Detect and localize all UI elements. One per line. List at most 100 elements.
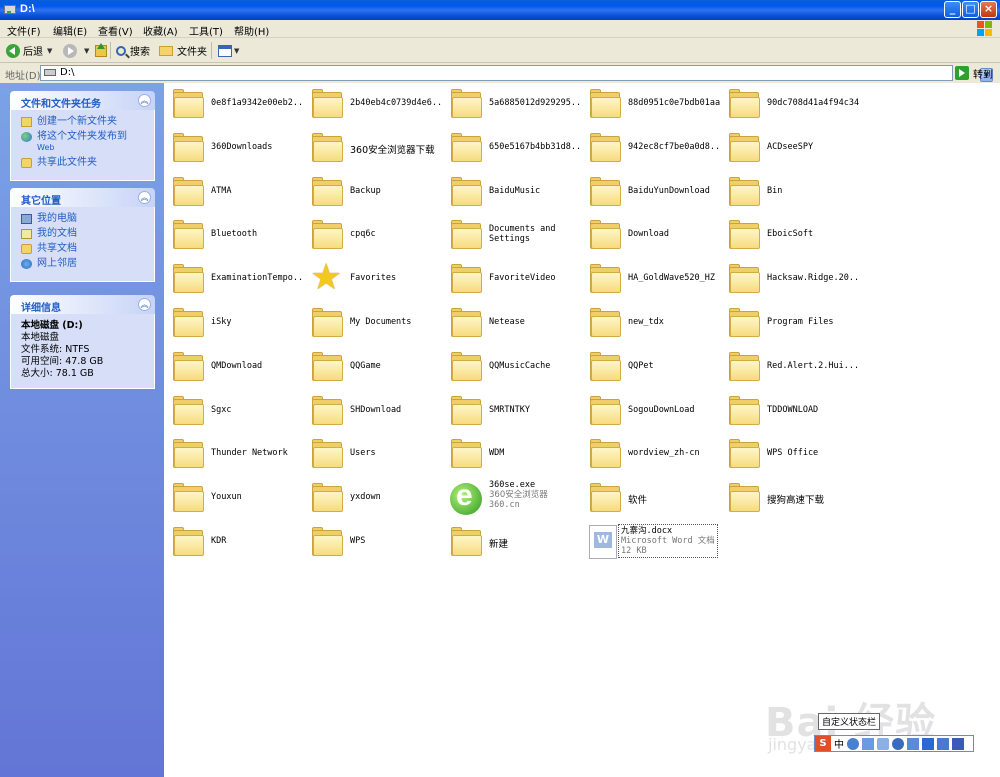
task-publish-web[interactable]: 将这个文件夹发布到 Web [21, 131, 148, 153]
place-shared-documents[interactable]: 共享文档 [21, 243, 148, 254]
folder-item[interactable]: SMRTNTKY [444, 390, 579, 430]
folder-item[interactable]: 5a6885012d929295... [444, 83, 581, 123]
go-button[interactable]: 转到 [955, 65, 993, 81]
folder-item[interactable]: ACDseeSPY [722, 127, 857, 167]
folder-item[interactable]: WPS Office [722, 433, 857, 473]
file-list[interactable]: 0e8f1a9342e00eb2... 2b40eb4c0739d4e6... 5a… [164, 83, 1000, 777]
folder-item[interactable]: 360安全浏览器下载 [305, 127, 440, 167]
skin-icon[interactable] [922, 737, 934, 750]
wrench-icon[interactable] [952, 737, 964, 750]
folder-item[interactable]: 搜狗高速下载 [722, 477, 857, 517]
folder-item[interactable]: ★ Favorites [305, 258, 440, 298]
folder-item[interactable]: 0e8f1a9342e00eb2... [166, 83, 303, 123]
folder-item[interactable]: My Documents [305, 302, 440, 342]
collapse-icon[interactable]: ︽ [138, 94, 151, 107]
minimize-button[interactable]: _ [944, 1, 961, 18]
address-input[interactable]: D:\ ▼ [40, 65, 993, 82]
folder-item[interactable]: 90dc708d41a4f94c34 [722, 83, 859, 123]
folder-item[interactable]: 360Downloads [166, 127, 301, 167]
back-dropdown-icon[interactable]: ▼ [47, 47, 52, 55]
folder-item[interactable]: 942ec8cf7be0a0d8... [583, 127, 720, 167]
folder-item[interactable]: 新建 [444, 521, 579, 561]
folder-item[interactable]: BaiduYunDownload [583, 171, 718, 211]
emoji-icon[interactable] [877, 737, 889, 750]
folder-item[interactable]: QQPet [583, 346, 718, 386]
folder-item[interactable]: QMDownload [166, 346, 301, 386]
details-header[interactable]: 详细信息 ︽ [10, 295, 155, 314]
menu-edit[interactable]: 编辑(E) [53, 23, 87, 38]
menu-favorites[interactable]: 收藏(A) [143, 23, 178, 38]
place-my-computer[interactable]: 我的电脑 [21, 213, 148, 224]
folder-item[interactable]: iSky [166, 302, 301, 342]
forward-dropdown-icon[interactable]: ▼ [84, 47, 89, 55]
folder-item[interactable]: EboicSoft [722, 214, 857, 254]
moon-icon[interactable] [847, 737, 859, 750]
folder-item[interactable]: Bin [722, 171, 857, 211]
file-tasks-header[interactable]: 文件和文件夹任务 ︽ [10, 91, 155, 110]
folder-item[interactable]: Youxun [166, 477, 301, 517]
other-places-header[interactable]: 其它位置 ︽ [10, 188, 155, 207]
collapse-icon[interactable]: ︽ [138, 298, 151, 311]
grid-icon[interactable] [937, 737, 949, 750]
forward-button[interactable]: ▼ [63, 41, 89, 60]
folder-item[interactable]: ATMA [166, 171, 301, 211]
folder-item[interactable]: Hacksaw.Ridge.20... [722, 258, 859, 298]
ime-toolbar[interactable]: S 中 [814, 735, 974, 752]
folder-item[interactable]: WDM [444, 433, 579, 473]
mic-icon[interactable] [892, 737, 904, 750]
file-item[interactable]: 九寨沟.docxMicrosoft Word 文档12 KB [583, 521, 718, 561]
folder-item[interactable]: yxdown [305, 477, 440, 517]
folder-item[interactable]: BaiduMusic [444, 171, 579, 211]
folder-item[interactable]: QQMusicCache [444, 346, 579, 386]
back-button[interactable]: 后退 ▼ [6, 41, 52, 60]
folder-item[interactable]: TDDOWNLOAD [722, 390, 857, 430]
folder-item[interactable]: FavoriteVideo [444, 258, 579, 298]
punctuation-icon[interactable] [862, 737, 874, 750]
folder-item[interactable]: SHDownload [305, 390, 440, 430]
folder-item[interactable]: new_tdx [583, 302, 718, 342]
folder-item[interactable]: SogouDownLoad [583, 390, 718, 430]
menu-file[interactable]: 文件(F) [7, 23, 41, 38]
up-folder-button[interactable] [95, 41, 107, 60]
folder-item[interactable]: Users [305, 433, 440, 473]
folder-item[interactable]: Sgxc [166, 390, 301, 430]
folder-item[interactable]: 88d0951c0e7bdb01aa [583, 83, 720, 123]
folder-item[interactable]: Download [583, 214, 718, 254]
ime-mode-label[interactable]: 中 [834, 736, 844, 751]
folder-icon [173, 527, 205, 556]
file-item[interactable]: 360se.exe360安全浏览器360.cn [444, 477, 579, 517]
folder-item[interactable]: Thunder Network [166, 433, 301, 473]
folder-item[interactable]: Documents and Settings [444, 214, 579, 254]
task-share-folder[interactable]: 共享此文件夹 [21, 157, 148, 168]
menu-tools[interactable]: 工具(T) [189, 23, 223, 38]
folder-item[interactable]: Red.Alert.2.Hui.... [722, 346, 859, 386]
keyboard-icon[interactable] [907, 737, 919, 750]
folder-item[interactable]: WPS [305, 521, 440, 561]
maximize-button[interactable]: □ [962, 1, 979, 18]
folders-button[interactable]: 文件夹 [159, 41, 207, 60]
task-new-folder[interactable]: 创建一个新文件夹 [21, 116, 148, 127]
folder-item[interactable]: wordview_zh-cn [583, 433, 718, 473]
folder-item[interactable]: QQGame [305, 346, 440, 386]
search-button[interactable]: 搜索 [116, 41, 150, 60]
folder-item[interactable]: Program Files [722, 302, 857, 342]
folder-item[interactable]: cpq6c [305, 214, 440, 254]
views-button[interactable]: ▼ [218, 41, 239, 60]
folder-item[interactable]: Backup [305, 171, 440, 211]
folder-item[interactable]: 软件 [583, 477, 718, 517]
folder-item[interactable]: 650e5167b4bb31d8... [444, 127, 581, 167]
folder-item[interactable]: HA_GoldWave520_HZ [583, 258, 718, 298]
close-button[interactable]: × [980, 1, 997, 18]
place-my-documents[interactable]: 我的文档 [21, 228, 148, 239]
collapse-icon[interactable]: ︽ [138, 191, 151, 204]
folder-item[interactable]: ExaminationTempo... [166, 258, 303, 298]
place-network[interactable]: 网上邻居 [21, 258, 148, 269]
title-bar[interactable]: D:\ _ □ × [0, 0, 1000, 20]
folder-item[interactable]: Bluetooth [166, 214, 301, 254]
sogou-ime-icon[interactable]: S [815, 736, 831, 751]
folder-item[interactable]: KDR [166, 521, 301, 561]
folder-item[interactable]: 2b40eb4c0739d4e6... [305, 83, 442, 123]
menu-view[interactable]: 查看(V) [98, 23, 133, 38]
menu-help[interactable]: 帮助(H) [234, 23, 269, 38]
folder-item[interactable]: Netease [444, 302, 579, 342]
